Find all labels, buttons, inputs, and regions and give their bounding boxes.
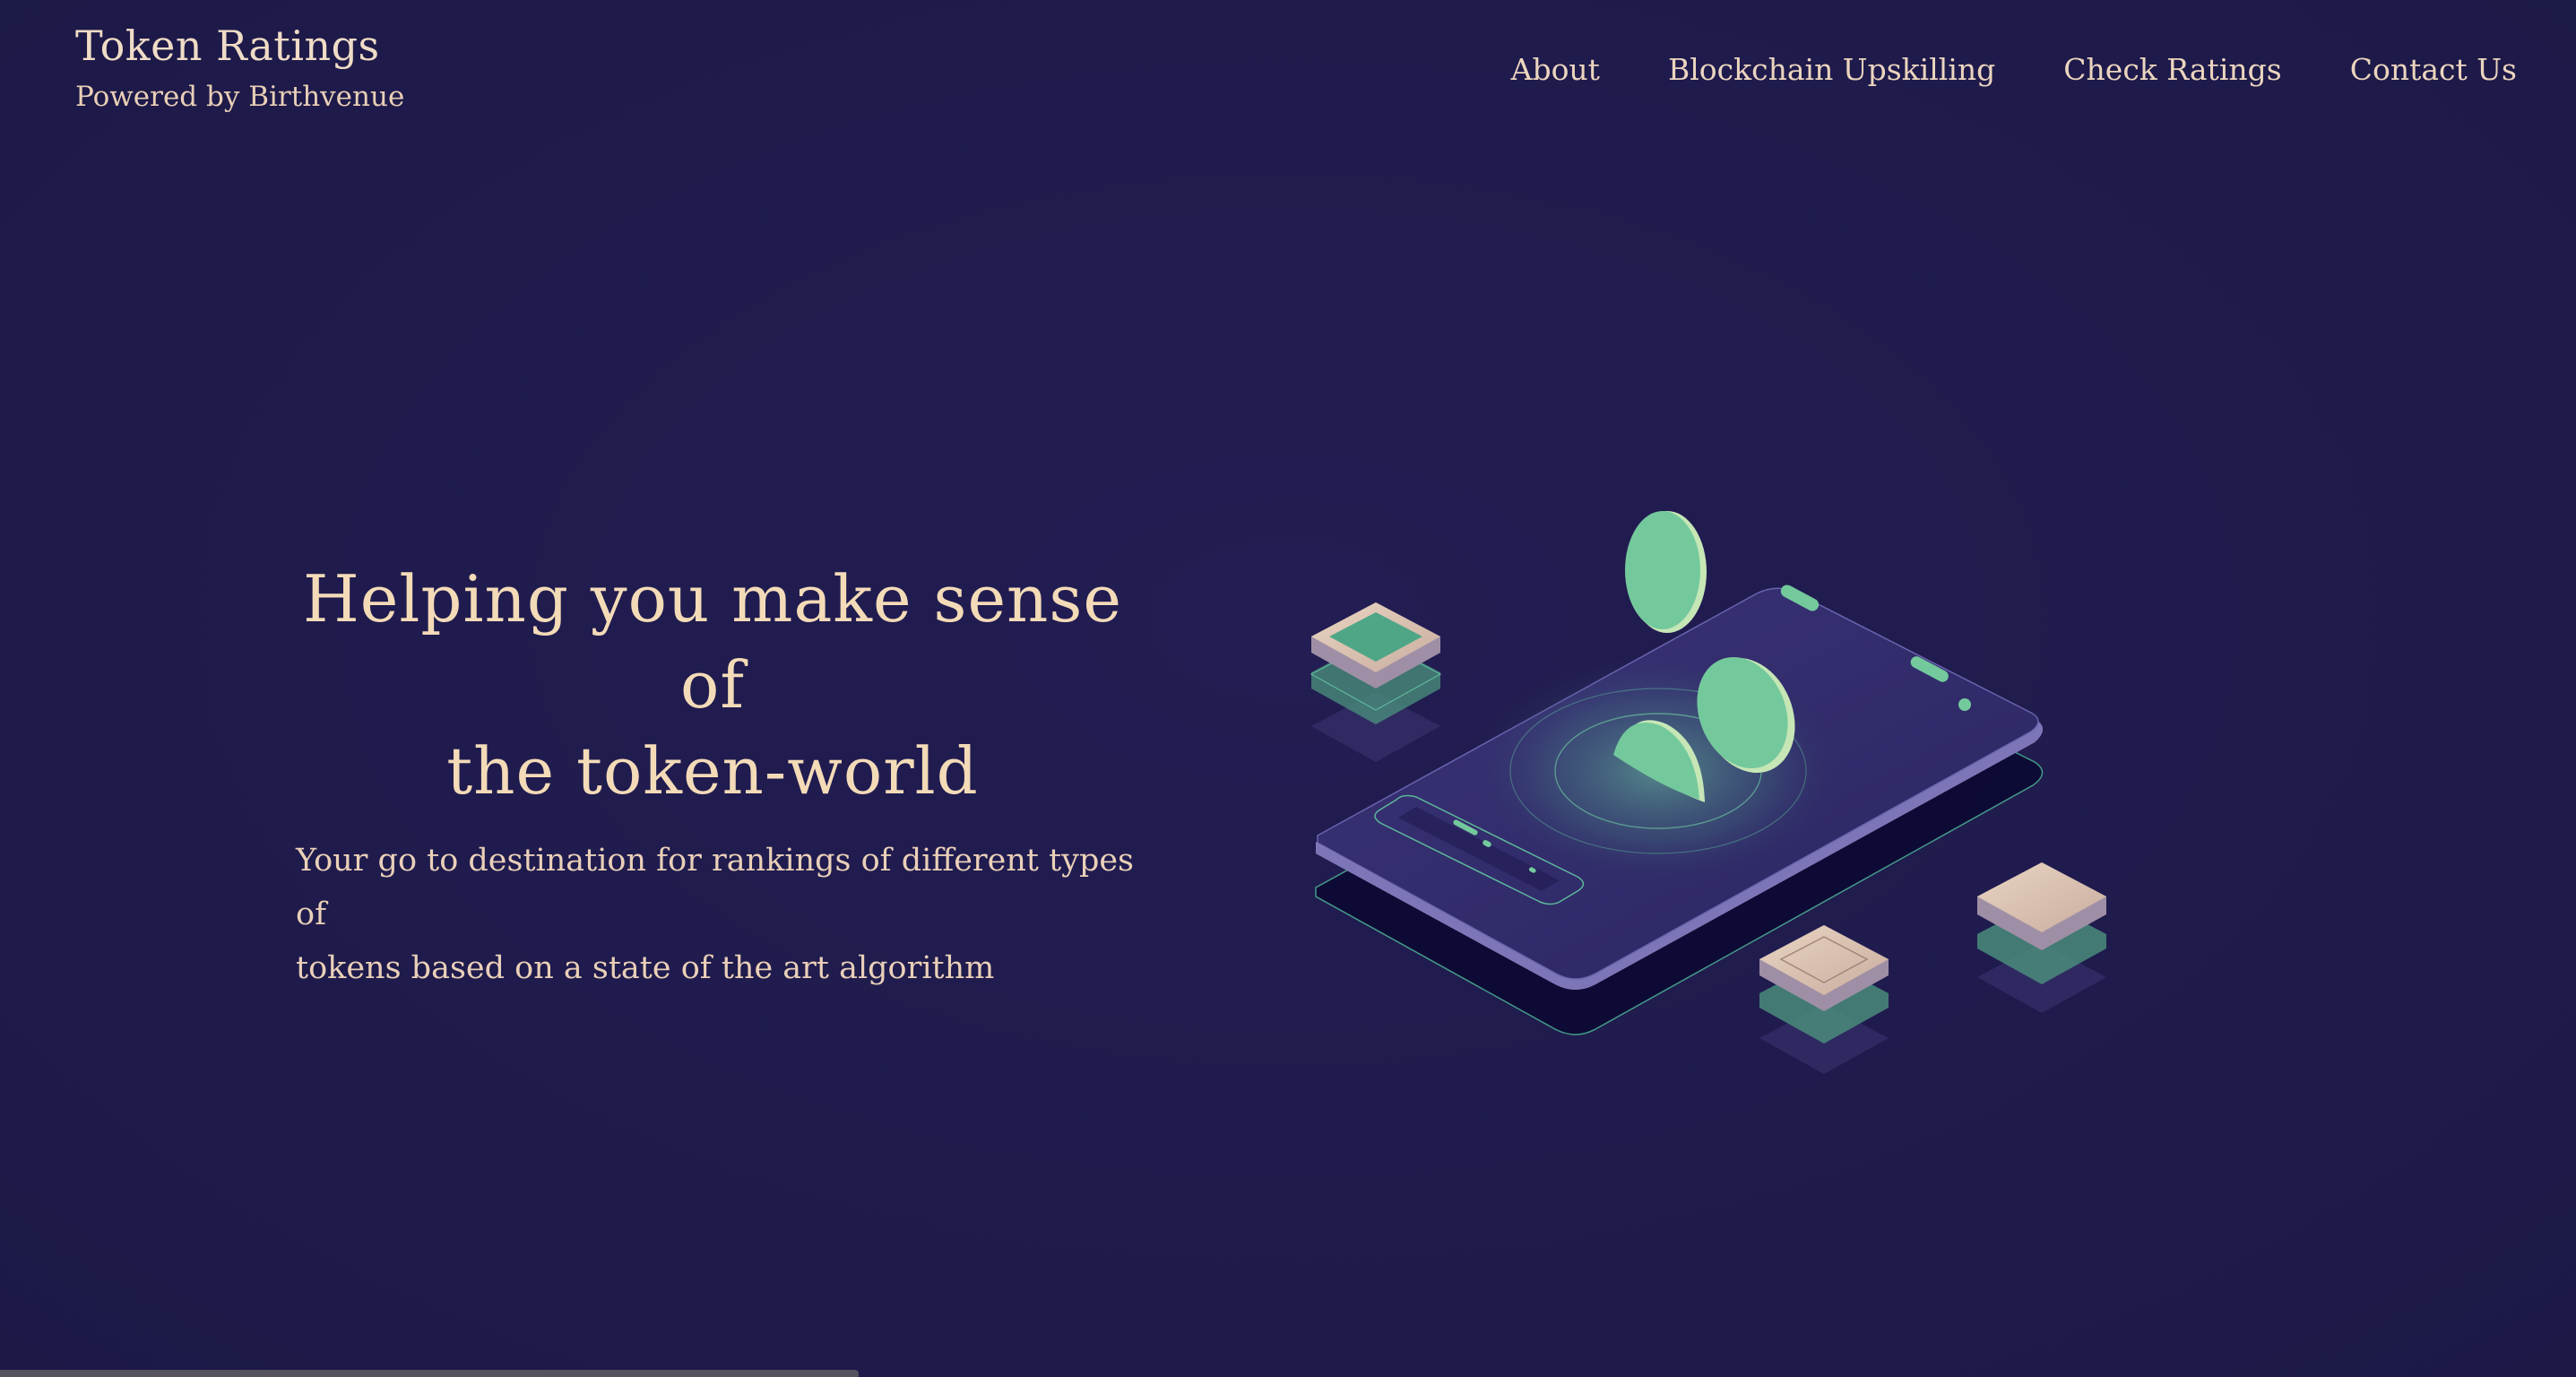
brand: Token Ratings Powered by Birthvenue [75, 20, 404, 115]
nav-link-about[interactable]: About [1511, 52, 1600, 87]
hero-description-line-1: Your go to destination for rankings of d… [296, 843, 1135, 932]
hero-section: Helping you make sense of the token-worl… [287, 556, 1138, 995]
hero-description-line-2: tokens based on a state of the art algor… [296, 950, 995, 986]
hero-title-line-1: Helping you make sense of [303, 561, 1122, 723]
hero-description: Your go to destination for rankings of d… [287, 834, 1138, 995]
hero-title-line-2: the token-world [446, 733, 979, 809]
site-title[interactable]: Token Ratings [75, 20, 404, 72]
horizontal-scrollbar[interactable] [0, 1370, 859, 1377]
nav-link-blockchain-upskilling[interactable]: Blockchain Upskilling [1668, 52, 1995, 87]
nav-link-contact-us[interactable]: Contact Us [2350, 52, 2517, 87]
phone-coins-illustration [1291, 484, 2133, 1130]
main-nav: About Blockchain Upskilling Check Rating… [1511, 52, 2517, 87]
site-subtitle: Powered by Birthvenue [75, 81, 405, 113]
nav-link-check-ratings[interactable]: Check Ratings [2063, 52, 2281, 87]
isometric-phone-with-coins-illustration [1310, 511, 2106, 1074]
hero-title: Helping you make sense of the token-worl… [287, 556, 1138, 814]
